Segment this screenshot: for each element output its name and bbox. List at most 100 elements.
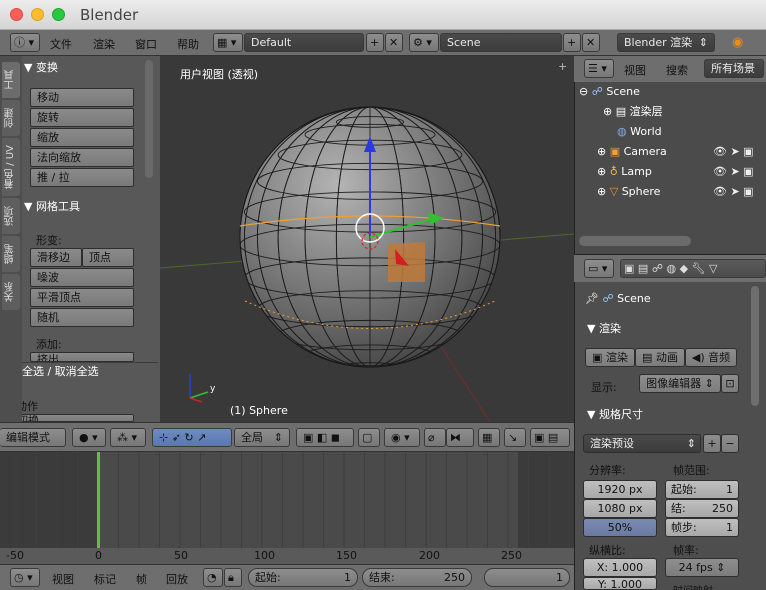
snap-element-button[interactable]: ↘ — [504, 428, 526, 447]
menu-help[interactable]: 帮助 — [177, 36, 199, 52]
snap-button[interactable]: ⌀ — [424, 428, 446, 447]
scene-selector-button[interactable]: ⚙ ▾ — [409, 33, 439, 52]
render-preset-select[interactable]: 渲染预设 ⇕ — [583, 434, 701, 453]
tab-shading-uv[interactable]: 着色 / UV — [2, 138, 20, 196]
proportional-edit-select[interactable]: ◉ ▾ — [384, 428, 420, 447]
scale-button[interactable]: 缩放 — [30, 128, 134, 147]
object-tab-icon[interactable]: ◆ — [680, 262, 688, 275]
randomize-button[interactable]: 随机 — [30, 308, 134, 327]
add-preset-button[interactable]: + — [703, 434, 721, 453]
outliner-filter-select[interactable]: 所有场景 — [704, 59, 764, 78]
eye-icon[interactable]: 👁︎ ➤ ▣ — [713, 162, 766, 182]
slide-vertex-button[interactable]: 顶点 — [82, 248, 134, 267]
select-mode-buttons[interactable]: ▣ ◧ ◼ — [296, 428, 354, 447]
dimensions-panel-header[interactable]: ▼ 规格尺寸 — [587, 406, 643, 422]
viewport-add-icon[interactable]: + — [558, 60, 567, 73]
tool-shelf-scrollbar[interactable] — [145, 60, 153, 178]
render-layers-tab-icon[interactable]: ▤ — [638, 262, 648, 275]
mesh-tools-panel-header[interactable]: ▼ 网格工具 — [24, 197, 138, 217]
start-frame-field[interactable]: 起始: 1 — [248, 568, 358, 587]
preview-range-button[interactable]: ◔ — [203, 568, 223, 587]
render-tab-icon[interactable]: ▣ — [624, 262, 634, 275]
eye-icon[interactable]: 👁︎ ➤ ▣ — [713, 182, 766, 202]
3d-viewport[interactable]: 用户视图 (透视) (1) Sphere y + — [160, 56, 574, 422]
render-preview-buttons[interactable]: ▣ ▤ — [530, 428, 570, 447]
modifier-tab-icon[interactable]: 🔧︎ — [692, 262, 706, 275]
noise-button[interactable]: 噪波 — [30, 268, 134, 287]
expand-icon[interactable]: ⊕ — [597, 185, 606, 198]
layout-selector-button[interactable]: ▦ ▾ — [213, 33, 243, 52]
minimize-window-button[interactable] — [31, 8, 44, 21]
resolution-percent-field[interactable]: 50% — [583, 518, 657, 537]
pin-icon[interactable]: 📌︎ — [585, 292, 599, 305]
collapse-icon[interactable]: ⊖ — [579, 85, 588, 98]
timeline-menu-marker[interactable]: 标记 — [94, 571, 116, 587]
close-window-button[interactable] — [10, 8, 23, 21]
move-button[interactable]: 移动 — [30, 88, 134, 107]
expand-icon[interactable]: ⊕ — [597, 145, 606, 158]
end-frame-field[interactable]: 结束: 250 — [362, 568, 472, 587]
slide-edge-button[interactable]: 滑移边 — [30, 248, 82, 267]
editor-type-info-button[interactable]: ⓘ ▾ — [10, 33, 40, 52]
properties-context-tabs[interactable]: ▣ ▤ ☍ ◍ ◆ 🔧︎ ▽ — [620, 259, 766, 278]
timeline-menu-frame[interactable]: 帧 — [136, 571, 147, 587]
visibility-toggles[interactable]: 👁︎ ➤ ▣ 👁︎ ➤ ▣ 👁︎ ➤ ▣ — [713, 142, 766, 202]
timeline-menu-view[interactable]: 视图 — [52, 571, 74, 587]
timeline-menu-playback[interactable]: 回放 — [166, 571, 188, 587]
menu-file[interactable]: 文件 — [50, 36, 72, 52]
tab-create[interactable]: 创建 — [2, 100, 20, 136]
menu-window[interactable]: 窗口 — [135, 36, 157, 52]
outliner-item-scene[interactable]: ⊖ ☍ Scene — [575, 82, 766, 102]
render-button[interactable]: ▣ 渲染 — [585, 348, 635, 367]
current-frame-marker[interactable] — [97, 452, 100, 548]
transform-orientation-select[interactable]: 全局 ⇕ — [234, 428, 290, 447]
scene-tab-icon[interactable]: ☍ — [652, 262, 663, 275]
expand-icon[interactable]: ⊕ — [597, 165, 606, 178]
select-all-panel-header[interactable]: ▼ 全选 / 取消全选 — [10, 362, 150, 382]
resolution-y-field[interactable]: 1080 px — [583, 499, 657, 518]
action-select[interactable]: 切换 — [10, 414, 134, 422]
timeline-editor-type-button[interactable]: ◷ ▾ — [10, 568, 40, 587]
tab-options[interactable]: 选项 — [2, 198, 20, 234]
mirror-button[interactable]: ⧓ — [446, 428, 474, 447]
frame-start-field[interactable]: 起始: 1 — [665, 480, 739, 499]
pivot-point-select[interactable]: ⁂ ▾ — [110, 428, 146, 447]
aspect-y-field[interactable]: Y: 1.000 — [583, 577, 657, 590]
limit-selection-button[interactable]: ▢ — [358, 428, 380, 447]
tab-tools[interactable]: 工具 — [2, 62, 20, 98]
aspect-x-field[interactable]: X: 1.000 — [583, 558, 657, 577]
tab-grease-pencil[interactable]: 蜡笔 — [2, 236, 20, 272]
shrink-fatten-button[interactable]: 法向缩放 — [30, 148, 134, 167]
resolution-x-field[interactable]: 1920 px — [583, 480, 657, 499]
expand-icon[interactable]: ⊕ — [603, 105, 612, 118]
outliner-item-renderlayers[interactable]: ⊕ ▤ 渲染层 — [575, 102, 766, 122]
frame-end-field[interactable]: 结: 250 — [665, 499, 739, 518]
properties-scrollbar[interactable] — [751, 286, 759, 406]
eye-icon[interactable]: 👁︎ ➤ ▣ — [713, 142, 766, 162]
transform-panel-header[interactable]: ▼ 变换 — [24, 58, 138, 78]
world-tab-icon[interactable]: ◍ — [666, 262, 676, 275]
layout-name-field[interactable]: Default — [244, 33, 364, 52]
outliner-menu-search[interactable]: 搜索 — [666, 62, 688, 78]
frame-step-field[interactable]: 帧步: 1 — [665, 518, 739, 537]
outliner-editor-type-button[interactable]: ☰ ▾ — [584, 59, 614, 78]
add-scene-button[interactable]: + — [563, 33, 581, 52]
zoom-window-button[interactable] — [52, 8, 65, 21]
scene-name-field[interactable]: Scene — [440, 33, 562, 52]
display-select[interactable]: 图像编辑器 ⇕ — [639, 374, 721, 393]
remove-preset-button[interactable]: − — [721, 434, 739, 453]
mode-select[interactable]: 编辑模式 ⇕ — [0, 428, 66, 447]
smooth-vertex-button[interactable]: 平滑顶点 — [30, 288, 134, 307]
current-frame-field[interactable]: 1 — [484, 568, 570, 587]
extrude-button[interactable]: 挤出 — [30, 352, 134, 362]
shading-select[interactable]: ● ▾ — [72, 428, 106, 447]
tab-relations[interactable]: 关系 — [2, 274, 20, 310]
render-engine-select[interactable]: Blender 渲染 ⇕ — [617, 33, 715, 52]
frame-rate-select[interactable]: 24 fps ⇕ — [665, 558, 739, 577]
push-pull-button[interactable]: 推 / 拉 — [30, 168, 134, 187]
properties-editor-type-button[interactable]: ▭ ▾ — [584, 259, 614, 278]
outliner-item-world[interactable]: ◍ World — [575, 122, 766, 142]
remove-layout-button[interactable]: ✕ — [385, 33, 403, 52]
audio-button[interactable]: ◀︎) 音频 — [685, 348, 737, 367]
manipulator-toggles[interactable]: ⊹ ➶ ↻ ↗ — [152, 428, 232, 447]
